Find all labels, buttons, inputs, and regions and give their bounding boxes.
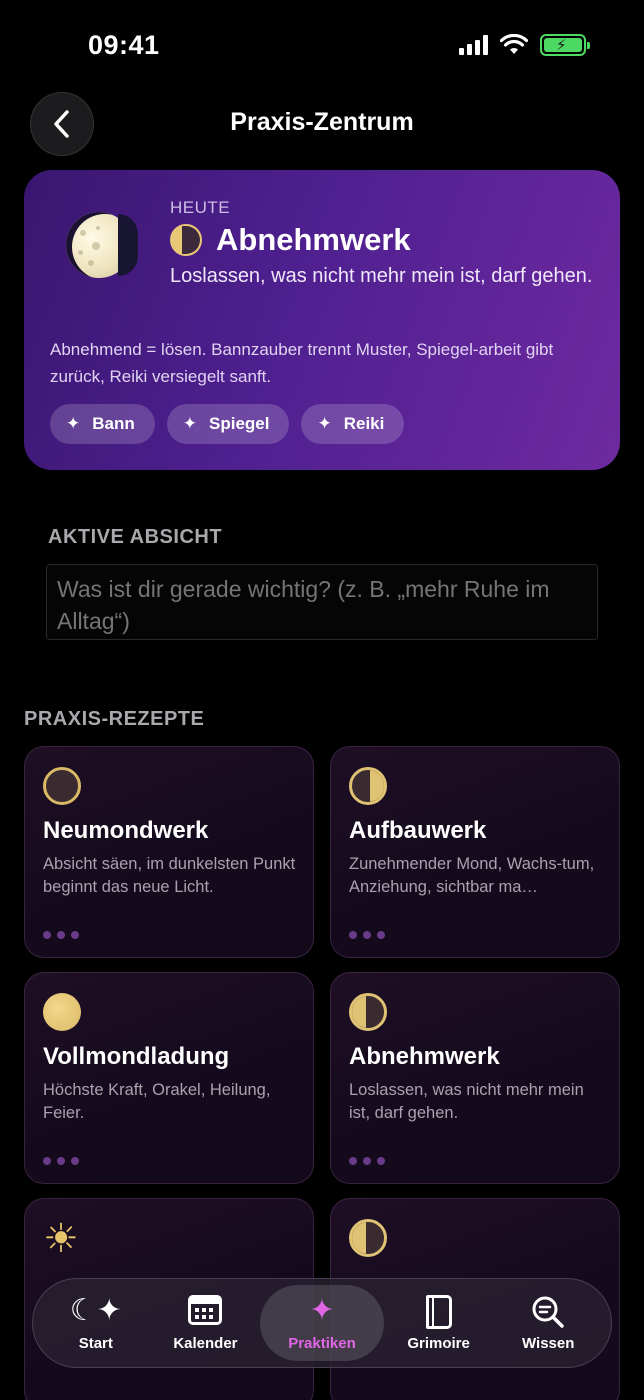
recipe-card-neumondwerk[interactable]: Neumondwerk Absicht säen, im dunkelsten … — [24, 746, 314, 958]
today-subtitle: Loslassen, was nicht mehr mein ist, darf… — [170, 265, 593, 287]
recipe-title: Vollmondladung — [43, 1043, 230, 1070]
sparkles-icon: ✦ — [66, 414, 81, 433]
sparkles-icon: ✦ — [317, 414, 332, 433]
recipe-card-aufbauwerk[interactable]: Aufbauwerk Zunehmender Mond, Wachs-tum, … — [330, 746, 620, 958]
battery-icon: ⚡ — [540, 34, 590, 56]
moon-illustration-icon — [66, 212, 138, 278]
more-dots-icon — [349, 1157, 385, 1165]
chip-reiki[interactable]: ✦ Reiki — [301, 404, 405, 444]
sun-icon: ☀ — [43, 1217, 79, 1261]
today-card[interactable]: HEUTE Abnehmwerk Loslassen, was nicht me… — [24, 170, 620, 470]
waning-moon-icon — [349, 1219, 387, 1257]
charging-bolt-icon: ⚡ — [556, 37, 567, 54]
practice-chips: ✦ Bann ✦ Spiegel ✦ Reiki — [50, 404, 405, 444]
book-icon — [425, 1294, 452, 1329]
tab-bar: ☾✦ Start Kalender ✦ Praktiken Grimoire W… — [32, 1278, 612, 1368]
recipe-description: Höchste Kraft, Orakel, Heilung, Feier. — [43, 1081, 271, 1122]
chip-label: Reiki — [343, 414, 385, 433]
today-title-row: Abnehmwerk — [170, 222, 411, 258]
recipe-title: Abnehmwerk — [349, 1043, 500, 1070]
clock: 09:41 — [88, 30, 160, 60]
recipe-description: Absicht säen, im dunkelsten Punkt beginn… — [43, 855, 296, 896]
recipe-card-vollmondladung[interactable]: Vollmondladung Höchste Kraft, Orakel, He… — [24, 972, 314, 1184]
waxing-moon-icon — [349, 767, 387, 805]
chip-label: Bann — [92, 414, 135, 433]
sparkles-icon: ✦ — [309, 1293, 335, 1327]
calendar-icon — [188, 1294, 223, 1329]
tab-kalender[interactable]: Kalender — [151, 1285, 261, 1361]
new-moon-icon — [43, 767, 81, 805]
tab-start[interactable]: ☾✦ Start — [41, 1285, 151, 1361]
tab-wissen[interactable]: Wissen — [493, 1285, 603, 1361]
recipe-description: Loslassen, was nicht mehr mein ist, darf… — [349, 1081, 584, 1122]
recipe-title: Neumondwerk — [43, 817, 209, 844]
tab-label: Praktiken — [288, 1334, 356, 1352]
intent-label: AKTIVE ABSICHT — [48, 526, 223, 548]
recipe-card-abnehmwerk[interactable]: Abnehmwerk Loslassen, was nicht mehr mei… — [330, 972, 620, 1184]
waning-moon-icon — [349, 993, 387, 1031]
wifi-icon — [500, 34, 528, 54]
chip-spiegel[interactable]: ✦ Spiegel — [166, 404, 290, 444]
tab-label: Start — [78, 1334, 113, 1352]
status-icons: ⚡ — [459, 34, 590, 56]
page-title: Praxis-Zentrum — [230, 108, 414, 136]
more-dots-icon — [43, 931, 79, 939]
moon-stars-icon: ☾✦ — [69, 1293, 122, 1327]
waning-moon-icon — [170, 224, 202, 256]
tab-label: Kalender — [173, 1334, 238, 1352]
more-dots-icon — [43, 1157, 79, 1165]
chip-label: Spiegel — [209, 414, 270, 433]
more-dots-icon — [349, 931, 385, 939]
tab-grimoire[interactable]: Grimoire — [384, 1285, 494, 1361]
tab-label: Grimoire — [407, 1334, 470, 1352]
intent-input[interactable] — [46, 564, 598, 640]
recipes-section-label: PRAXIS-REZEPTE — [24, 708, 205, 730]
sparkles-icon: ✦ — [182, 414, 197, 433]
tab-praktiken[interactable]: ✦ Praktiken — [260, 1285, 384, 1361]
status-bar: 09:41 ⚡ — [0, 0, 644, 90]
magnifier-icon — [531, 1295, 565, 1329]
tab-label: Wissen — [522, 1334, 575, 1352]
chip-bann[interactable]: ✦ Bann — [50, 404, 155, 444]
today-title: Abnehmwerk — [216, 222, 411, 257]
recipe-description: Zunehmender Mond, Wachs-tum, Anziehung, … — [349, 855, 595, 896]
today-label: HEUTE — [170, 198, 231, 217]
full-moon-icon — [43, 993, 81, 1031]
today-description: Abnehmend = lösen. Bannzauber trennt Mus… — [50, 340, 554, 386]
cellular-signal-icon — [459, 35, 488, 55]
recipe-title: Aufbauwerk — [349, 817, 487, 844]
